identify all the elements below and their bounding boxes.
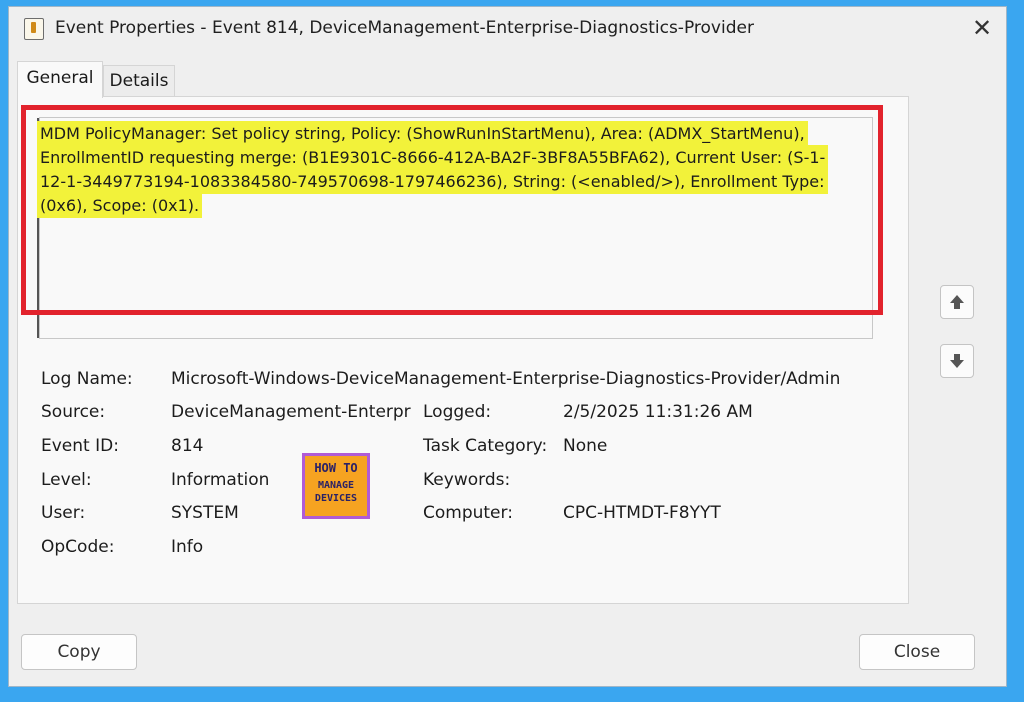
opcode-value: Info [171,537,204,557]
logged-label: Logged: [423,402,492,422]
log-name-value: Microsoft-Windows-DeviceManagement-Enter… [171,369,841,389]
description-line: EnrollmentID requesting merge: (B1E9301C… [40,148,826,167]
computer-label: Computer: [423,503,513,523]
close-icon[interactable]: ✕ [966,13,998,43]
task-category-label: Task Category: [423,436,548,456]
window-title: Event Properties - Event 814, DeviceMana… [55,18,754,38]
logged-value: 2/5/2025 11:31:26 AM [563,402,753,422]
event-description: MDM PolicyManager: Set policy string, Po… [40,122,880,218]
keywords-label: Keywords: [423,470,511,490]
level-label: Level: [41,470,92,490]
log-name-label: Log Name: [41,369,133,389]
logo-text-line1: HOW TO [314,461,358,475]
task-category-value: None [563,436,608,456]
event-id-label: Event ID: [41,436,119,456]
tab-general[interactable]: General [17,61,103,98]
user-label: User: [41,503,86,523]
description-line: 12-1-3449773194-1083384580-749570698-179… [40,172,825,191]
down-arrow-icon[interactable] [940,344,974,378]
logo-text-line2: MANAGE [317,480,355,491]
copy-button[interactable]: Copy [21,634,137,670]
opcode-label: OpCode: [41,537,115,557]
description-line: MDM PolicyManager: Set policy string, Po… [40,124,805,143]
computer-value: CPC-HTMDT-F8YYT [563,503,721,523]
event-id-value: 814 [171,436,204,456]
close-button[interactable]: Close [859,634,975,670]
tab-details[interactable]: Details [103,65,175,96]
level-value: Information [171,470,270,490]
how-to-manage-devices-logo: HOW TO MANAGE DEVICES [302,453,370,519]
up-arrow-icon[interactable] [940,285,974,319]
title-bar: Event Properties - Event 814, DeviceMana… [9,7,1006,51]
user-value: SYSTEM [171,503,239,523]
event-viewer-icon [24,18,44,40]
source-label: Source: [41,402,106,422]
text-caret [37,118,39,338]
logo-text-line3: DEVICES [314,493,358,504]
source-value: DeviceManagement-Enterpr [171,402,411,422]
description-line: (0x6), Scope: (0x1). [40,196,200,215]
